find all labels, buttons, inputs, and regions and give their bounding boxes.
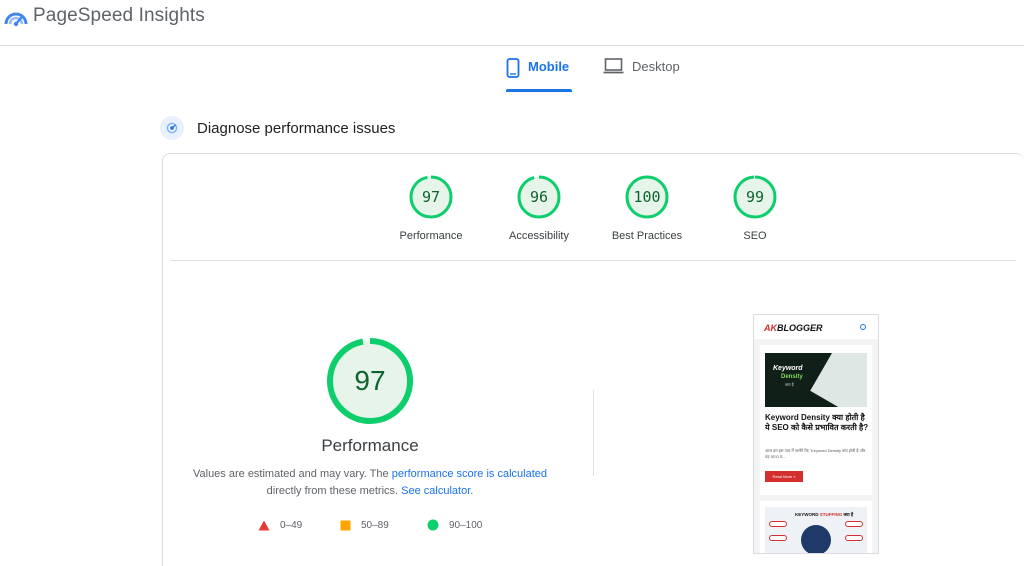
post-card: KEYWORD STUFFING क्या है <box>760 501 872 553</box>
score-value: 100 <box>633 188 661 206</box>
diagnose-title: Diagnose performance issues <box>197 119 396 137</box>
read-more-button: Read More » <box>765 471 803 482</box>
square-icon <box>340 520 351 530</box>
score-ring: 100 <box>625 175 669 219</box>
menu-icon <box>860 324 866 330</box>
performance-score-link[interactable]: performance score is calculated <box>392 468 547 480</box>
vertical-divider <box>593 390 594 476</box>
circle-icon <box>427 519 439 531</box>
performance-main-gauge: 97 <box>326 337 414 425</box>
main-score-value: 97 <box>354 365 386 396</box>
gauge-accessibility[interactable]: 96 Accessibility <box>489 175 589 242</box>
note-text: . <box>470 485 474 497</box>
gauge-seo[interactable]: 99 SEO <box>705 175 805 242</box>
legend-fail: 0–49 <box>258 518 302 532</box>
active-tab-indicator <box>506 89 572 92</box>
score-value: 97 <box>421 188 441 206</box>
app-title[interactable]: PageSpeed Insights <box>33 5 205 27</box>
note-text: directly from these metrics. <box>266 485 402 497</box>
see-calculator-link[interactable]: See calculator <box>401 485 470 497</box>
speed-dial-icon <box>160 116 184 140</box>
legend-range: 50–89 <box>361 519 389 531</box>
page-screenshot: AKBLOGGER Keyword Density क्या है Keywor… <box>753 314 879 554</box>
post-title: Keyword Density क्या होती है ये SEO को क… <box>765 413 869 432</box>
legend-pass: 90–100 <box>427 518 482 532</box>
post-thumbnail: Keyword Density क्या है <box>765 353 867 407</box>
main-score-label: Performance <box>321 436 419 455</box>
pagespeed-logo-icon[interactable] <box>4 6 28 28</box>
device-tabs: Mobile Desktop <box>0 46 1024 92</box>
top-bar: PageSpeed Insights <box>0 0 1024 46</box>
score-ring: 97 <box>409 175 453 219</box>
gauge-label: Best Practices <box>611 230 683 242</box>
legend-range: 0–49 <box>280 519 303 531</box>
gauge-performance[interactable]: 97 Performance <box>381 175 481 242</box>
diagnose-header: Diagnose performance issues <box>160 115 395 141</box>
section-divider <box>170 260 1016 261</box>
score-ring: 96 <box>517 175 561 219</box>
smartphone-icon <box>506 58 520 78</box>
gauge-label: Accessibility <box>509 230 569 242</box>
gauge-best-practices[interactable]: 100 Best Practices <box>597 175 697 242</box>
score-ring: 99 <box>733 175 777 219</box>
note-text: Values are estimated and may vary. The <box>192 468 392 480</box>
tab-desktop-label: Desktop <box>632 59 680 74</box>
site-header: AKBLOGGER <box>754 315 878 339</box>
site-logo: AKBLOGGER <box>764 323 823 333</box>
score-value: 96 <box>529 188 549 206</box>
tab-mobile-label: Mobile <box>528 59 570 74</box>
tab-mobile[interactable]: Mobile <box>506 58 572 92</box>
triangle-icon <box>258 520 270 530</box>
legend-average: 50–89 <box>340 518 389 532</box>
gauge-label: SEO <box>743 230 767 242</box>
report-card <box>162 153 1024 566</box>
laptop-icon <box>603 58 624 74</box>
score-value: 99 <box>745 188 765 206</box>
legend-range: 90–100 <box>449 519 483 531</box>
score-note: Values are estimated and may vary. The p… <box>180 466 560 500</box>
post-thumbnail: KEYWORD STUFFING क्या है <box>765 507 867 553</box>
post-card: Keyword Density क्या है Keyword Density … <box>760 345 872 495</box>
tab-desktop[interactable]: Desktop <box>603 58 680 90</box>
post-excerpt: आज हम इस पाठ में जानेंगे कि "Keyword Den… <box>765 448 866 459</box>
gauge-label: Performance <box>399 230 463 242</box>
